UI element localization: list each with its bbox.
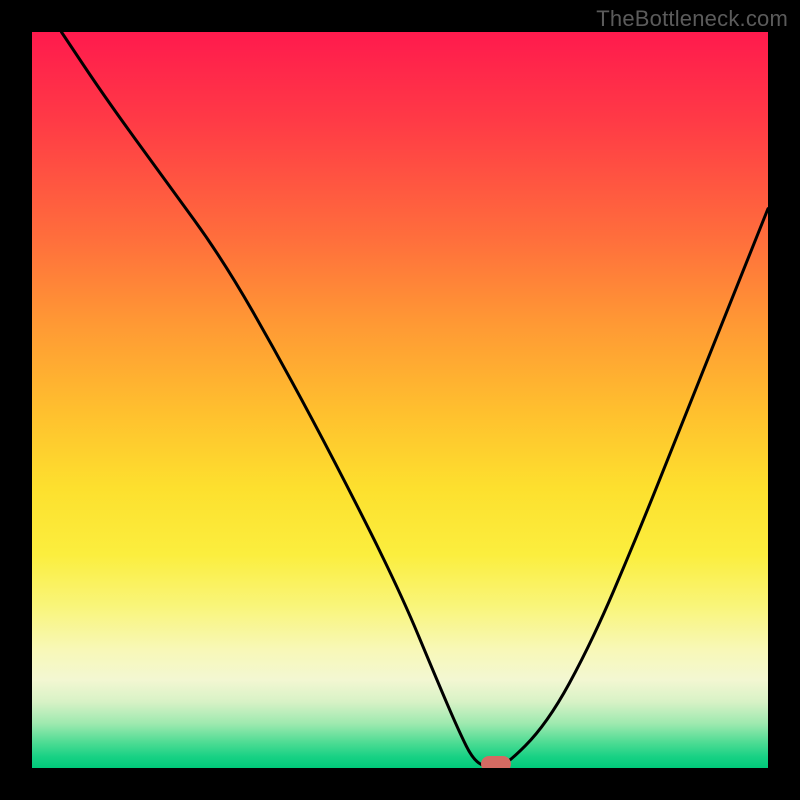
- attribution-label: TheBottleneck.com: [596, 6, 788, 32]
- plot-area: [32, 32, 768, 768]
- chart-frame: TheBottleneck.com: [0, 0, 800, 800]
- optimal-marker: [481, 756, 511, 768]
- bottleneck-curve: [32, 32, 768, 768]
